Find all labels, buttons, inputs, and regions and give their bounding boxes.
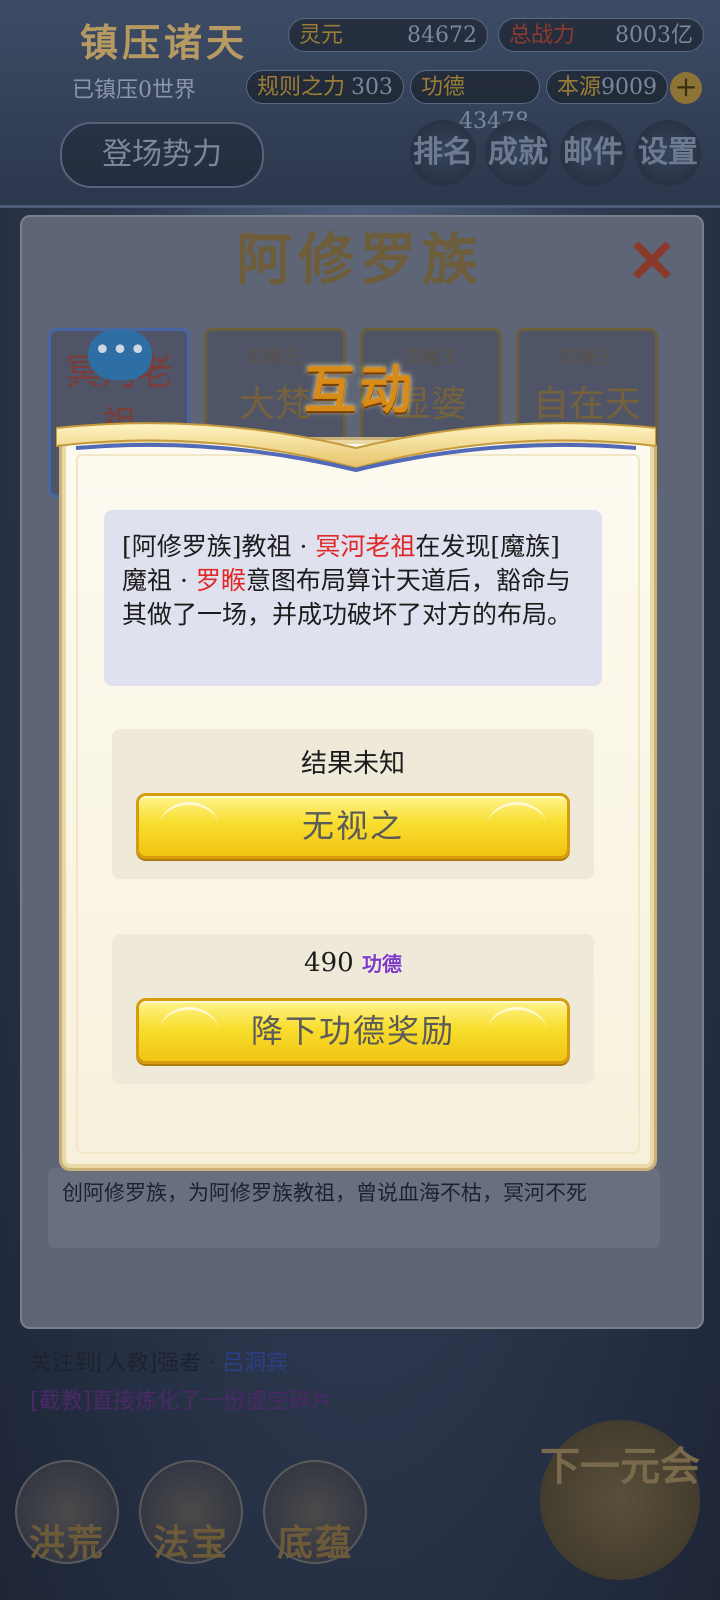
rank-icon[interactable]: 排名 xyxy=(410,120,476,186)
settings-icon[interactable]: 设置 xyxy=(635,120,701,186)
merit-icon: 功德 xyxy=(361,952,402,976)
rule-power-stat: 规则之力 303 xyxy=(246,70,404,104)
merit-stat: 功德 43478 xyxy=(410,70,540,134)
power-stat: 总战力 8003亿 xyxy=(498,18,704,52)
log-line: [截教]直接炼化了一份虚空碎片 xyxy=(30,1389,334,1414)
highlight-name: 罗睺 xyxy=(195,566,246,595)
swirl-decoration xyxy=(487,802,547,853)
option-ignore: 结果未知 无视之 xyxy=(112,729,594,879)
faction-title: 阿修罗族 xyxy=(236,227,484,293)
origin-stat: 本源 9009 xyxy=(546,70,668,104)
modal-title: 互动 xyxy=(303,360,416,421)
character-description: 创阿修罗族，为阿修罗族教祖，曾说血海不枯，冥河不死 xyxy=(48,1168,660,1248)
option-result-label: 结果未知 xyxy=(300,749,405,779)
top-bar: 镇压诸天 灵元 84672 总战力 8003亿 已镇压0世界 规则之力 303 … xyxy=(0,0,720,208)
event-log: 关注到[人教]强者 · 吕洞宾 [截教]直接炼化了一份虚空碎片 xyxy=(30,1345,333,1421)
lingyuan-stat: 灵元 84672 xyxy=(288,18,488,52)
mail-icon[interactable]: 邮件 xyxy=(560,120,626,186)
nav-diyun[interactable]: 底蕴 xyxy=(260,1460,370,1580)
add-icon[interactable]: + xyxy=(670,72,702,104)
swirl-decoration xyxy=(487,1007,547,1058)
next-era-button[interactable]: 下一元会 xyxy=(540,1420,700,1580)
close-icon[interactable]: ✕ xyxy=(622,232,682,292)
highlight-name: 冥河老祖 xyxy=(315,532,416,561)
subtitle: 已镇压0世界 xyxy=(72,78,196,103)
option-reward: 490 功德 降下功德奖励 xyxy=(112,934,594,1084)
swirl-decoration xyxy=(159,1007,219,1058)
swirl-decoration xyxy=(159,802,219,853)
reward-cost-label: 490 功德 xyxy=(304,948,402,978)
nav-honghuang[interactable]: 洪荒 xyxy=(12,1460,122,1580)
achievement-icon[interactable]: 成就 xyxy=(485,120,551,186)
enter-faction-button[interactable]: 登场势力 xyxy=(60,122,264,188)
story-text: [阿修罗族]教祖 · 冥河老祖在发现[魔族]魔祖 · 罗睺意图布局算计天道后，豁… xyxy=(104,510,602,686)
scroll-header-ornament xyxy=(56,422,656,473)
log-line: 关注到[人教]强者 · 吕洞宾 xyxy=(30,1351,289,1376)
game-title: 镇压诸天 xyxy=(80,20,249,65)
grant-merit-button[interactable]: 降下功德奖励 xyxy=(136,998,570,1064)
ignore-button[interactable]: 无视之 xyxy=(136,793,570,859)
nav-fabao[interactable]: 法宝 xyxy=(136,1460,246,1580)
